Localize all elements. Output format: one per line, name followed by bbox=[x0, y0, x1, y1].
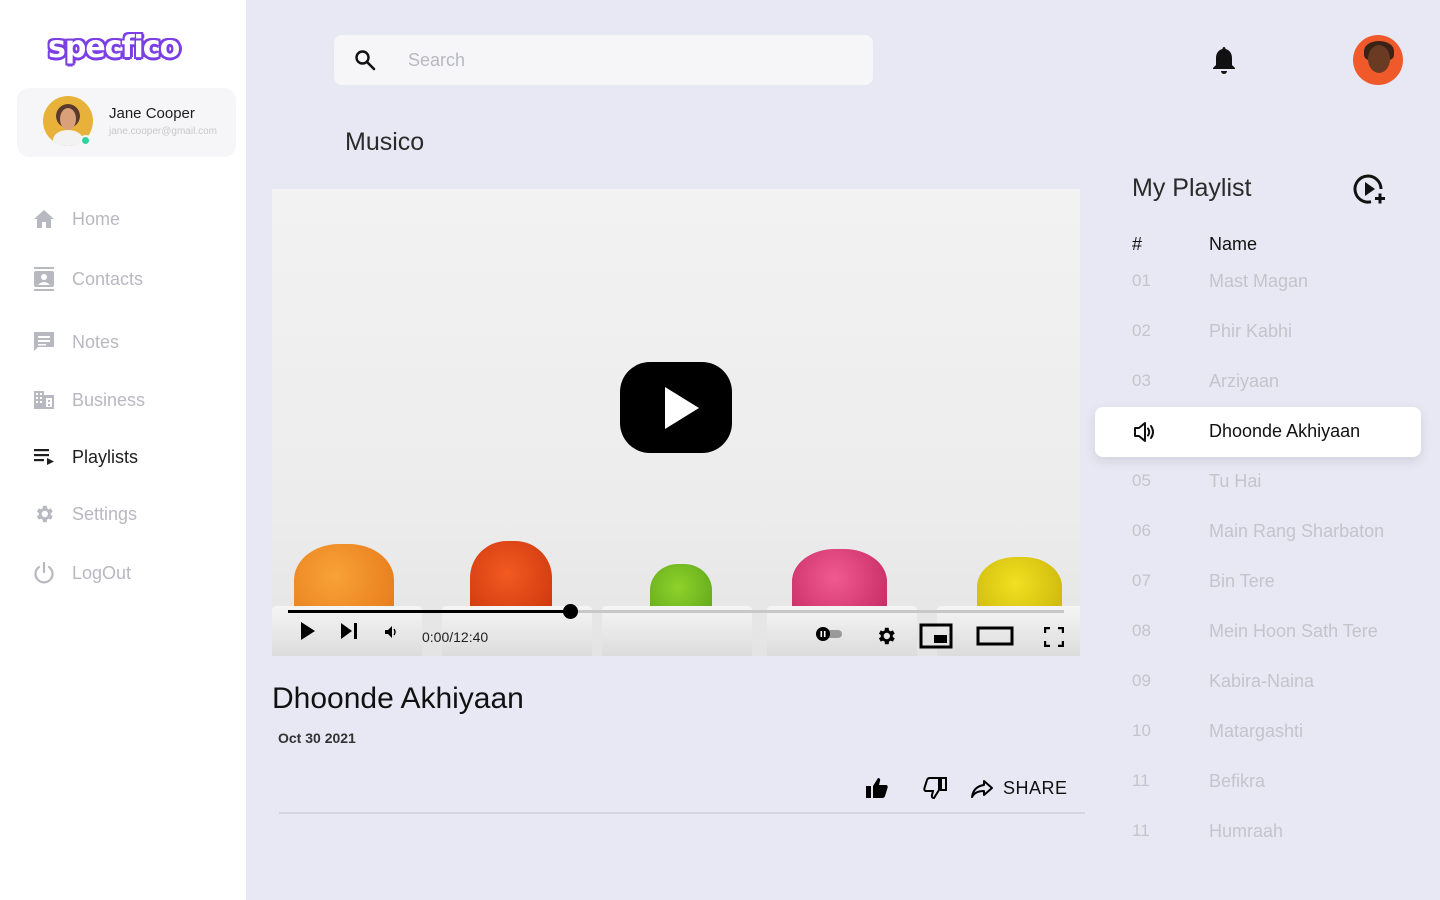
profile-card[interactable]: Jane Cooper jane.cooper@gmail.com bbox=[17, 88, 236, 157]
speaker-icon bbox=[1133, 420, 1157, 444]
like-icon[interactable] bbox=[865, 776, 889, 805]
column-header-number: # bbox=[1132, 234, 1143, 254]
brand-logo[interactable]: specfico bbox=[48, 30, 180, 65]
video-date: Oct 30 2021 bbox=[278, 730, 356, 746]
sidebar-item-label: Notes bbox=[72, 331, 120, 352]
track-number: 11 bbox=[1132, 771, 1150, 790]
theater-mode-icon[interactable] bbox=[976, 626, 1014, 651]
progress-fill bbox=[288, 610, 570, 613]
playlist-row[interactable]: 07 Bin Tere bbox=[1095, 557, 1421, 607]
track-name: Phir Kabhi bbox=[1209, 321, 1293, 341]
pot-image bbox=[602, 606, 752, 656]
video-title: Dhoonde Akhiyaan bbox=[272, 682, 524, 715]
track-name: Befikra bbox=[1209, 771, 1266, 791]
playlist-row[interactable]: 05 Tu Hai bbox=[1095, 457, 1421, 507]
track-number: 07 bbox=[1132, 571, 1151, 590]
playlist-row[interactable]: 11 Humraah bbox=[1095, 807, 1421, 857]
track-number: 08 bbox=[1132, 621, 1151, 640]
skip-next-icon[interactable] bbox=[339, 621, 359, 646]
track-name: Main Rang Sharbaton bbox=[1209, 521, 1385, 541]
sidebar-item-label: Home bbox=[72, 208, 121, 229]
gear-icon bbox=[32, 502, 56, 526]
track-number: 06 bbox=[1132, 521, 1151, 540]
sidebar-item-notes[interactable]: Notes bbox=[32, 327, 232, 357]
add-to-playlist-icon[interactable] bbox=[1351, 171, 1387, 207]
sidebar-item-playlists[interactable]: Playlists bbox=[32, 442, 232, 472]
contacts-icon bbox=[32, 267, 56, 291]
volume-icon[interactable] bbox=[384, 625, 398, 644]
profile-email: jane.cooper@gmail.com bbox=[109, 126, 217, 137]
gear-icon[interactable] bbox=[875, 625, 897, 652]
playlist-row[interactable]: 02 Phir Kabhi bbox=[1095, 307, 1421, 357]
column-header-name: Name bbox=[1209, 234, 1258, 254]
divider bbox=[279, 812, 1085, 814]
fullscreen-icon[interactable] bbox=[1043, 626, 1065, 652]
search-input[interactable] bbox=[408, 45, 848, 75]
track-name: Humraah bbox=[1209, 821, 1284, 841]
progress-bar[interactable] bbox=[288, 604, 1064, 619]
sidebar-item-settings[interactable]: Settings bbox=[32, 499, 232, 529]
track-name: Dhoonde Akhiyaan bbox=[1209, 421, 1361, 441]
sidebar-item-logout[interactable]: LogOut bbox=[32, 558, 232, 588]
progress-handle[interactable] bbox=[562, 604, 578, 619]
track-number: 05 bbox=[1132, 471, 1151, 490]
page-title: Musico bbox=[345, 128, 425, 156]
track-number: 11 bbox=[1132, 821, 1150, 840]
playlist-row[interactable]: 01 Mast Magan bbox=[1095, 257, 1421, 307]
sidebar-item-label: Contacts bbox=[72, 268, 144, 289]
sidebar: specfico Jane Cooper jane.cooper@gmail.c… bbox=[0, 0, 246, 900]
sidebar-item-label: Playlists bbox=[72, 446, 139, 467]
share-icon[interactable] bbox=[970, 779, 994, 804]
share-button[interactable]: SHARE bbox=[1003, 778, 1068, 799]
track-name: Kabira-Naina bbox=[1209, 671, 1315, 691]
playlist-row[interactable]: 08 Mein Hoon Sath Tere bbox=[1095, 607, 1421, 657]
business-icon bbox=[32, 388, 56, 412]
track-name: Mein Hoon Sath Tere bbox=[1209, 621, 1378, 641]
profile-name: Jane Cooper bbox=[109, 105, 195, 122]
play-button-large[interactable] bbox=[620, 362, 732, 453]
track-number: 10 bbox=[1132, 721, 1151, 740]
sidebar-item-contacts[interactable]: Contacts bbox=[32, 264, 232, 294]
online-status-dot bbox=[80, 135, 91, 146]
track-name: Matargashti bbox=[1209, 721, 1304, 741]
playlist-row-active[interactable]: Dhoonde Akhiyaan bbox=[1095, 407, 1421, 457]
video-player[interactable]: 0:00/12:40 bbox=[272, 189, 1080, 656]
track-number: 02 bbox=[1132, 321, 1151, 340]
track-name: Mast Magan bbox=[1209, 271, 1309, 291]
autoplay-toggle-icon[interactable] bbox=[814, 626, 844, 647]
playlist-row[interactable]: 10 Matargashti bbox=[1095, 707, 1421, 757]
home-icon bbox=[32, 207, 56, 231]
play-icon[interactable] bbox=[299, 621, 317, 646]
search-bar bbox=[334, 35, 873, 85]
user-avatar[interactable] bbox=[1353, 35, 1403, 85]
playlist-row[interactable]: 06 Main Rang Sharbaton bbox=[1095, 507, 1421, 557]
time-display: 0:00/12:40 bbox=[422, 629, 489, 645]
playlist-row[interactable]: 11 Befikra bbox=[1095, 757, 1421, 807]
sidebar-item-business[interactable]: Business bbox=[32, 385, 232, 415]
track-number: 03 bbox=[1132, 371, 1151, 390]
playlist-row[interactable]: 09 Kabira-Naina bbox=[1095, 657, 1421, 707]
playlist-icon bbox=[32, 445, 56, 469]
playlist-title: My Playlist bbox=[1132, 174, 1252, 202]
track-name: Bin Tere bbox=[1209, 571, 1275, 591]
track-number: 01 bbox=[1132, 271, 1151, 290]
playlist-row[interactable]: 03 Arziyaan bbox=[1095, 357, 1421, 407]
sidebar-item-home[interactable]: Home bbox=[32, 204, 232, 234]
sidebar-item-label: Business bbox=[72, 389, 146, 410]
search-icon bbox=[354, 49, 376, 71]
sidebar-item-label: Settings bbox=[72, 503, 138, 524]
track-number: 09 bbox=[1132, 671, 1151, 690]
track-name: Arziyaan bbox=[1209, 371, 1280, 391]
sidebar-item-label: LogOut bbox=[72, 562, 132, 583]
dislike-icon[interactable] bbox=[923, 776, 947, 805]
miniplayer-icon[interactable] bbox=[919, 623, 953, 654]
track-name: Tu Hai bbox=[1209, 471, 1262, 491]
power-icon bbox=[32, 561, 56, 585]
notes-icon bbox=[32, 330, 56, 354]
notification-bell-icon[interactable] bbox=[1210, 45, 1238, 75]
